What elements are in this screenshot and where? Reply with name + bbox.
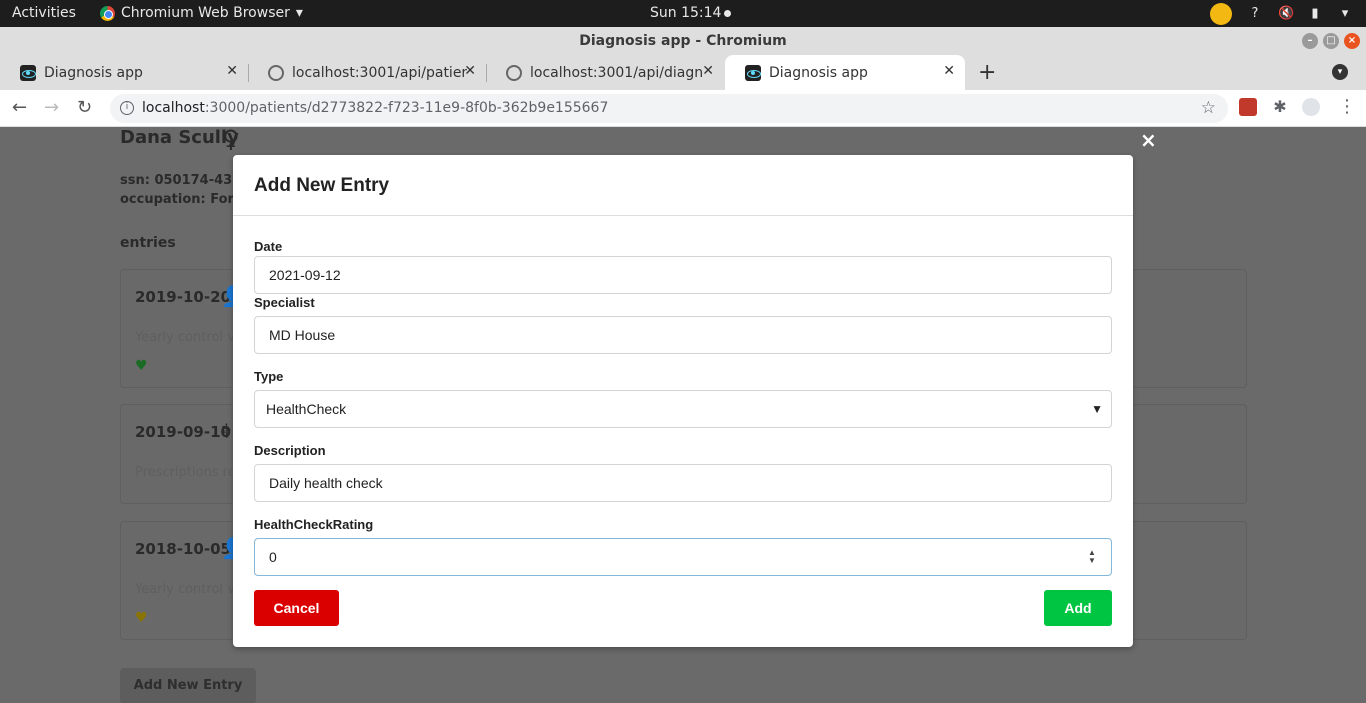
type-value: HealthCheck xyxy=(266,401,347,417)
clock[interactable]: Sun 15:14 xyxy=(650,5,732,21)
modal-title: Add New Entry xyxy=(233,155,1133,216)
network-icon: ? xyxy=(1251,6,1259,21)
activities-button[interactable]: Activities xyxy=(12,5,76,21)
date-value: 2021-09-12 xyxy=(269,267,341,283)
extension-icon[interactable] xyxy=(1239,98,1257,116)
system-tray[interactable]: ? 🔇 ▮ ▾ xyxy=(1210,3,1352,25)
tab-diagnosis-app[interactable]: Diagnosis app ✕ xyxy=(0,55,248,90)
close-tab-icon[interactable]: ✕ xyxy=(702,63,714,79)
close-tab-icon[interactable]: ✕ xyxy=(226,63,238,79)
globe-icon xyxy=(506,64,522,81)
notification-dot-icon xyxy=(724,9,732,17)
close-window-icon[interactable]: × xyxy=(1344,33,1360,49)
alarm-clock-icon[interactable] xyxy=(1210,3,1232,25)
bookmark-star-icon[interactable]: ☆ xyxy=(1201,94,1216,123)
minimize-icon[interactable]: – xyxy=(1302,33,1318,49)
extensions-puzzle-icon[interactable]: ✱ xyxy=(1271,98,1289,116)
tab-api-patients[interactable]: localhost:3001/api/patien ✕ xyxy=(248,55,486,90)
volume-muted-icon: 🔇 xyxy=(1278,6,1295,21)
entry-date: 2018-10-05 xyxy=(135,540,231,558)
kebab-menu-icon[interactable]: ⋮ xyxy=(1338,98,1356,116)
stethoscope-icon: ⚕ xyxy=(221,419,232,443)
tab-strip: Diagnosis app ✕ localhost:3001/api/patie… xyxy=(0,55,1366,90)
date-label: Date xyxy=(254,239,283,254)
cancel-button[interactable]: Cancel xyxy=(254,590,339,626)
entry-description: Yearly control vi xyxy=(135,582,239,597)
rating-field[interactable]: 0 ▲ ▼ xyxy=(254,538,1112,576)
tab-diagnosis-app-active[interactable]: Diagnosis app ✕ xyxy=(725,55,965,90)
chromium-icon xyxy=(100,5,115,21)
entry-date: 2019-10-20 xyxy=(135,288,231,306)
rating-label: HealthCheckRating xyxy=(254,517,374,532)
reload-icon[interactable]: ↻ xyxy=(77,97,92,118)
type-select[interactable]: HealthCheck ▼ xyxy=(254,390,1112,428)
entry-date: 2019-09-10 xyxy=(135,423,231,441)
description-field[interactable]: Daily health check xyxy=(254,464,1112,502)
close-tab-icon[interactable]: ✕ xyxy=(464,63,476,79)
description-value: Daily health check xyxy=(269,475,383,491)
tab-search-icon[interactable]: ▾ xyxy=(1332,64,1348,80)
battery-icon: ▮ xyxy=(1311,6,1319,21)
site-info-icon[interactable]: i xyxy=(120,101,134,115)
chevron-down-icon: ▾ xyxy=(295,5,303,21)
react-icon xyxy=(20,64,36,81)
date-field[interactable]: 2021-09-12 xyxy=(254,256,1112,294)
profile-avatar-icon[interactable] xyxy=(1302,98,1320,116)
close-tab-icon[interactable]: ✕ xyxy=(943,63,955,79)
add-button[interactable]: Add xyxy=(1044,590,1112,626)
system-top-bar: Activities Chromium Web Browser ▾ Sun 15… xyxy=(0,0,1366,27)
forward-icon[interactable]: → xyxy=(44,97,59,118)
specialist-value: MD House xyxy=(269,327,336,343)
back-icon[interactable]: ← xyxy=(12,97,27,118)
number-spinner-icon[interactable]: ▲ ▼ xyxy=(1087,549,1097,565)
tab-title: Diagnosis app xyxy=(44,64,143,81)
heart-icon: ♥ xyxy=(135,610,148,626)
female-gender-icon: ♀ xyxy=(222,127,240,153)
react-icon xyxy=(745,64,761,81)
close-modal-icon[interactable]: × xyxy=(1140,128,1157,152)
url-host: localhost xyxy=(142,100,205,116)
url-path: :3000/patients/d2773822-f723-11e9-8f0b-3… xyxy=(204,100,609,116)
app-menu[interactable]: Chromium Web Browser ▾ xyxy=(100,5,303,21)
tab-title: localhost:3001/api/diagn xyxy=(530,64,704,81)
specialist-label: Specialist xyxy=(254,295,315,310)
rating-value: 0 xyxy=(269,549,277,565)
entries-heading: entries xyxy=(120,235,176,251)
add-entry-modal: Add New Entry Date 2021-09-12 Specialist… xyxy=(233,155,1133,647)
address-bar[interactable]: i localhost:3000/patients/d2773822-f723-… xyxy=(110,94,1228,123)
globe-icon xyxy=(268,64,284,81)
description-label: Description xyxy=(254,443,326,458)
app-menu-label: Chromium Web Browser xyxy=(121,5,290,21)
tab-title: Diagnosis app xyxy=(769,64,868,81)
tab-api-diagnoses[interactable]: localhost:3001/api/diagn ✕ xyxy=(486,55,724,90)
browser-toolbar: ← → ↻ i localhost:3000/patients/d2773822… xyxy=(0,90,1366,127)
new-tab-icon[interactable]: + xyxy=(978,60,996,85)
tab-title: localhost:3001/api/patien xyxy=(292,64,467,81)
specialist-field[interactable]: MD House xyxy=(254,316,1112,354)
heart-icon: ♥ xyxy=(135,358,148,374)
entry-description: Yearly control vi xyxy=(135,330,239,345)
window-title-bar: Diagnosis app - Chromium – □ × xyxy=(0,27,1366,55)
clock-label: Sun 15:14 xyxy=(650,5,722,21)
chevron-down-icon: ▾ xyxy=(1341,6,1349,21)
window-title: Diagnosis app - Chromium xyxy=(579,33,787,49)
maximize-icon[interactable]: □ xyxy=(1323,33,1339,49)
type-label: Type xyxy=(254,369,284,384)
chevron-down-icon: ▼ xyxy=(1091,402,1103,416)
add-new-entry-button: Add New Entry xyxy=(120,668,256,703)
